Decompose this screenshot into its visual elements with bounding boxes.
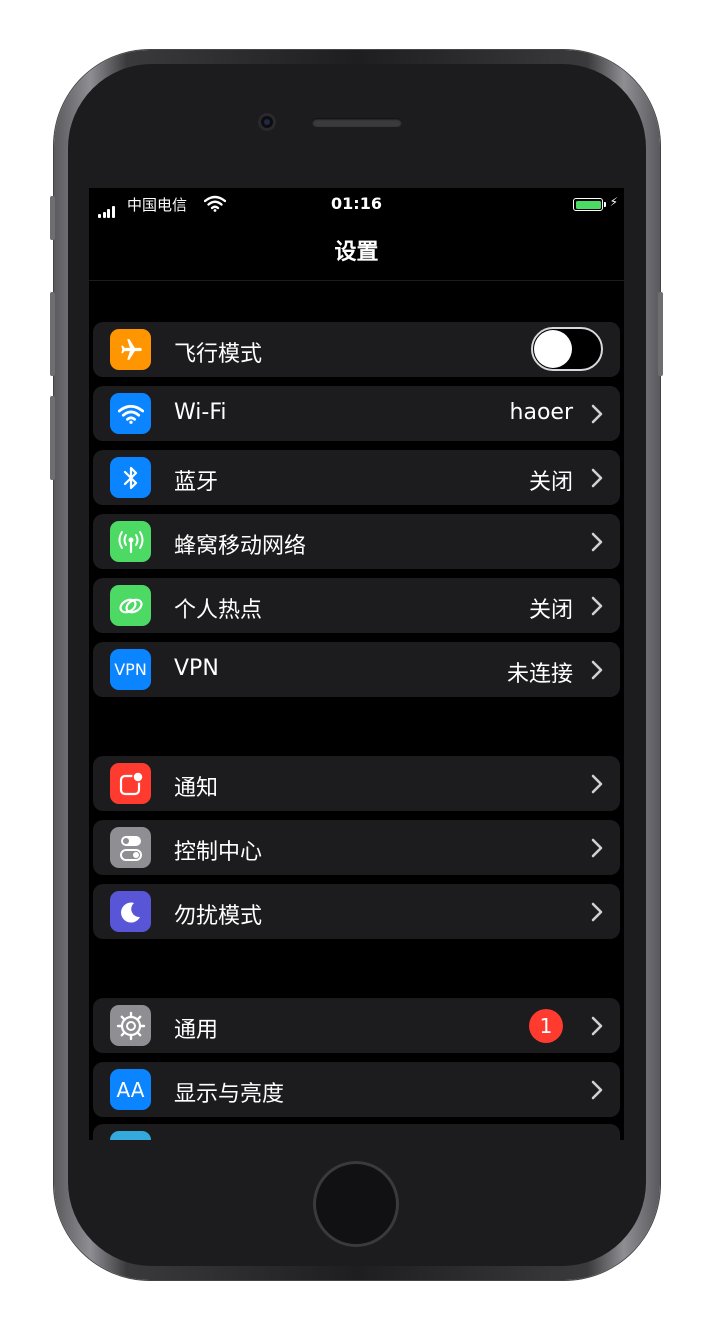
vpn-icon: VPN [110,649,151,690]
screen: 中国电信 01:16 ⚡ 设置 飞行模式 Wi-Fi haoer 蓝牙 关闭 蜂窝移动网络… [89,188,624,1140]
settings-row-1-1[interactable]: 控制中心 [93,820,620,875]
wifi-icon [110,393,151,434]
settings-row-0-4[interactable]: 个人热点 关闭 [93,578,620,633]
row-label: 控制中心 [174,840,263,865]
chevron-right-icon [591,774,603,798]
toggle-knob [534,330,572,368]
chevron-right-icon [591,1016,603,1040]
row-value: 关闭 [528,470,573,495]
row-label: 蜂窝移动网络 [174,534,307,559]
settings-row-1-2[interactable]: 勿扰模式 [93,884,620,939]
settings-row-0-5[interactable]: VPN VPN 未连接 [93,642,620,697]
general-group: 通用 1 AA 显示与亮度 [93,998,620,1126]
settings-row-0-2[interactable]: 蓝牙 关闭 [93,450,620,505]
text-size-icon: AA [110,1069,151,1110]
hotspot-chain-icon [110,585,151,626]
nav-divider [89,280,624,281]
settings-row-2-1[interactable]: AA 显示与亮度 [93,1062,620,1117]
front-camera [258,113,276,131]
connectivity-group: 飞行模式 Wi-Fi haoer 蓝牙 关闭 蜂窝移动网络 个人热点 关闭 VPN VPN 未连接 [93,322,620,706]
chevron-right-icon [591,838,603,862]
bluetooth-icon [110,457,151,498]
row-label: Wi-Fi [174,400,227,425]
partial-row-icon [110,1131,151,1140]
row-label: 飞行模式 [174,342,263,367]
status-time: 01:16 [331,194,382,213]
row-label: 蓝牙 [174,470,219,495]
update-badge: 1 [529,1009,563,1043]
settings-row-0-1[interactable]: Wi-Fi haoer [93,386,620,441]
icon-glyph-text: AA [116,1077,145,1102]
list-item-partial[interactable] [93,1124,620,1140]
settings-row-0-3[interactable]: 蜂窝移动网络 [93,514,620,569]
settings-row-0-0[interactable]: 飞行模式 [93,322,620,377]
settings-row-1-0[interactable]: 通知 [93,756,620,811]
power-button [658,292,663,376]
cellular-antenna-icon [110,521,151,562]
status-bar: 中国电信 01:16 ⚡ [89,188,624,220]
chevron-right-icon [591,404,603,428]
row-label: VPN [174,656,219,681]
airplane-icon [110,329,151,370]
volume-up-button [50,292,55,376]
chevron-right-icon [591,660,603,684]
chevron-right-icon [591,1080,603,1104]
row-value: 未连接 [506,662,573,687]
chevron-right-icon [591,902,603,926]
mute-switch [50,196,55,240]
icon-glyph-text: VPN [114,660,147,679]
moon-icon [110,891,151,932]
row-label: 勿扰模式 [174,904,263,929]
airplane-mode-toggle[interactable] [531,327,603,371]
volume-down-button [50,396,55,480]
home-button[interactable] [313,1161,399,1247]
row-label: 个人热点 [174,598,263,623]
row-label: 通知 [174,776,219,801]
charging-bolt-icon: ⚡ [609,195,618,209]
chevron-right-icon [591,596,603,620]
earpiece-speaker [312,118,402,127]
row-value: 关闭 [528,598,573,623]
gear-icon [110,1005,151,1046]
page-title: 设置 [334,240,379,265]
chevron-right-icon [591,532,603,556]
row-label: 显示与亮度 [174,1082,285,1107]
notifications-icon [110,763,151,804]
settings-row-2-0[interactable]: 通用 1 [93,998,620,1053]
row-label: 通用 [174,1018,219,1043]
notifications-group: 通知控制中心勿扰模式 [93,756,620,948]
battery-icon [573,198,606,211]
chevron-right-icon [591,468,603,492]
control-center-icon [110,827,151,868]
row-value: haoer [509,400,573,425]
